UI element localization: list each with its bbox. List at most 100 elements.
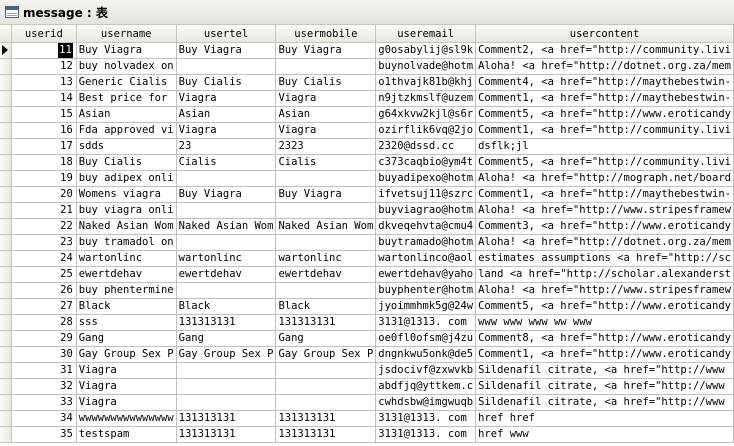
cell-useremail[interactable]: g0osabylij@sl9k [375, 42, 477, 59]
cell-username[interactable]: ewertdehav [76, 266, 177, 283]
cell-usercontent[interactable]: Comment1, <a href="http://maythebestwin- [475, 90, 734, 107]
cell-usertel[interactable]: Asian [176, 106, 277, 123]
cell-usercontent[interactable]: Comment1, <a href="http://maythebestwin- [475, 186, 734, 203]
table-row[interactable]: 17 sdds 23 2323 2320@dssd.cc dsflk;jl [0, 138, 734, 155]
cell-useremail[interactable]: 3131@1313. com [375, 314, 477, 331]
cell-useremail[interactable]: buytramado@hotm [375, 234, 477, 251]
cell-useremail[interactable]: n9jtzkmslf@uzem [375, 90, 477, 107]
cell-username[interactable]: testspam [76, 426, 177, 443]
cell-usermobile[interactable]: Gay Group Sex P [275, 346, 377, 363]
row-selector[interactable] [0, 122, 12, 139]
cell-username[interactable]: Asian [76, 106, 177, 123]
cell-useremail[interactable]: abdfjq@yttkem.c [375, 378, 477, 395]
cell-userid[interactable]: 31 [11, 362, 77, 379]
cell-usertel[interactable]: 131313131 [176, 314, 277, 331]
row-selector[interactable] [0, 314, 12, 331]
cell-usermobile[interactable] [275, 234, 377, 251]
cell-useremail[interactable]: oe0fl0ofsm@j4zu [375, 330, 477, 347]
cell-usercontent[interactable]: Comment8, <a href="http://www.eroticandy [475, 330, 734, 347]
row-selector[interactable] [0, 234, 12, 251]
cell-usermobile[interactable]: 2323 [275, 138, 377, 155]
table-row[interactable]: 12 buy nolvadex on buynolvade@hotm Aloha! <… [0, 58, 734, 75]
cell-useremail[interactable]: ifvetsuj11@szrc [375, 186, 477, 203]
row-selector[interactable] [0, 218, 12, 235]
cell-useremail[interactable]: cwhdsbw@imgwuqb [375, 394, 477, 411]
cell-usertel[interactable]: Naked Asian Wom [176, 218, 277, 235]
cell-username[interactable]: buy viagra onli [76, 202, 177, 219]
cell-usercontent[interactable]: Sildenafil citrate, <a href="http://www [475, 394, 734, 411]
table-row[interactable]: 24 wartonlinc wartonlinc wartonlinc wartonli… [0, 250, 734, 267]
cell-usertel[interactable]: 131313131 [176, 426, 277, 443]
cell-username[interactable]: Fda approved vi [76, 122, 177, 139]
cell-usercontent[interactable]: Aloha! <a href="http://mograph.net/board [475, 170, 734, 187]
row-selector[interactable] [0, 58, 12, 75]
cell-userid[interactable]: 13 [11, 74, 77, 91]
cell-username[interactable]: Womens viagra [76, 186, 177, 203]
cell-usercontent[interactable]: Comment5, <a href="http://www.eroticandy [475, 298, 734, 315]
cell-userid[interactable]: 17 [11, 138, 77, 155]
cell-userid[interactable]: 28 [11, 314, 77, 331]
cell-usertel[interactable] [176, 362, 277, 379]
table-row[interactable]: 27 Black Black Black jyoimmhmk5g@24w Comment5… [0, 298, 734, 315]
table-row[interactable]: 15 Asian Asian Asian g64xkvw2kjl@s6r Comment5… [0, 106, 734, 123]
cell-userid[interactable]: 15 [11, 106, 77, 123]
cell-usertel[interactable]: wartonlinc [176, 250, 277, 267]
cell-usercontent[interactable]: Aloha! <a href="http://www.stripesframew [475, 202, 734, 219]
cell-usertel[interactable]: Gang [176, 330, 277, 347]
cell-usermobile[interactable]: Buy Cialis [275, 74, 377, 91]
cell-username[interactable]: Gay Group Sex P [76, 346, 177, 363]
table-row[interactable]: 14 Best price for Viagra Viagra n9jtzkmslf@u… [0, 90, 734, 107]
cell-usertel[interactable] [176, 282, 277, 299]
cell-usercontent[interactable]: Aloha! <a href="http://dotnet.org.za/mem [475, 58, 734, 75]
cell-usermobile[interactable] [275, 282, 377, 299]
cell-useremail[interactable]: buynolvade@hotm [375, 58, 477, 75]
cell-usermobile[interactable] [275, 394, 377, 411]
cell-usertel[interactable] [176, 58, 277, 75]
column-header-usermobile[interactable]: usermobile [275, 25, 377, 43]
cell-userid[interactable]: 32 [11, 378, 77, 395]
cell-useremail[interactable]: buyphenter@hotm [375, 282, 477, 299]
cell-usermobile[interactable]: 131313131 [275, 314, 377, 331]
cell-username[interactable]: wwwwwwwwwwwwwww [76, 410, 177, 427]
row-selector-header[interactable] [0, 25, 12, 43]
row-selector[interactable] [0, 362, 12, 379]
cell-userid[interactable]: 30 [11, 346, 77, 363]
cell-usermobile[interactable] [275, 378, 377, 395]
cell-useremail[interactable]: buyviagrao@hotm [375, 202, 477, 219]
cell-usertel[interactable]: ewertdehav [176, 266, 277, 283]
cell-useremail[interactable]: buyadipexo@hotm [375, 170, 477, 187]
cell-usercontent[interactable]: Comment2, <a href="http://community.livi [475, 42, 734, 59]
cell-userid[interactable]: 19 [11, 170, 77, 187]
table-row[interactable]: 28 sss 131313131 131313131 3131@1313. com www… [0, 314, 734, 331]
cell-userid[interactable]: 20 [11, 186, 77, 203]
cell-useremail[interactable]: ozirflik6vq@2jo [375, 122, 477, 139]
table-row[interactable]: 22 Naked Asian Wom Naked Asian Wom Naked As… [0, 218, 734, 235]
row-selector[interactable] [0, 282, 12, 299]
row-selector[interactable] [0, 250, 12, 267]
cell-userid[interactable]: 34 [11, 410, 77, 427]
table-row[interactable]: 35 testspam 131313131 131313131 3131@1313. c… [0, 426, 734, 443]
cell-useremail[interactable]: wartonlinco@aol [375, 250, 477, 267]
cell-usermobile[interactable]: 131313131 [275, 410, 377, 427]
cell-usertel[interactable] [176, 202, 277, 219]
cell-userid[interactable]: 26 [11, 282, 77, 299]
cell-usertel[interactable]: 131313131 [176, 410, 277, 427]
cell-usercontent[interactable]: Sildenafil citrate, <a href="http://www [475, 378, 734, 395]
cell-userid[interactable]: 14 [11, 90, 77, 107]
row-selector[interactable] [0, 202, 12, 219]
cell-useremail[interactable]: ewertdehav@yaho [375, 266, 477, 283]
table-row[interactable]: 33 Viagra cwhdsbw@imgwuqb Sildenafil citra… [0, 394, 734, 411]
table-row[interactable]: 11 Buy Viagra Buy Viagra Buy Viagra g0osabyl… [0, 42, 734, 59]
cell-userid[interactable]: 35 [11, 426, 77, 443]
cell-username[interactable]: Viagra [76, 378, 177, 395]
cell-usercontent[interactable]: Comment5, <a href="http://www.eroticandy [475, 106, 734, 123]
cell-usercontent[interactable]: Comment1, <a href="http://www.eroticandy [475, 346, 734, 363]
cell-usermobile[interactable] [275, 362, 377, 379]
row-selector[interactable] [0, 426, 12, 443]
cell-usercontent[interactable]: href www [475, 426, 734, 443]
cell-useremail[interactable]: dkveqehvta@cmu4 [375, 218, 477, 235]
cell-usertel[interactable]: Cialis [176, 154, 277, 171]
cell-userid[interactable]: 16 [11, 122, 77, 139]
table-row[interactable]: 19 buy adipex onli buyadipexo@hotm Aloha! <… [0, 170, 734, 187]
cell-usercontent[interactable]: href href [475, 410, 734, 427]
